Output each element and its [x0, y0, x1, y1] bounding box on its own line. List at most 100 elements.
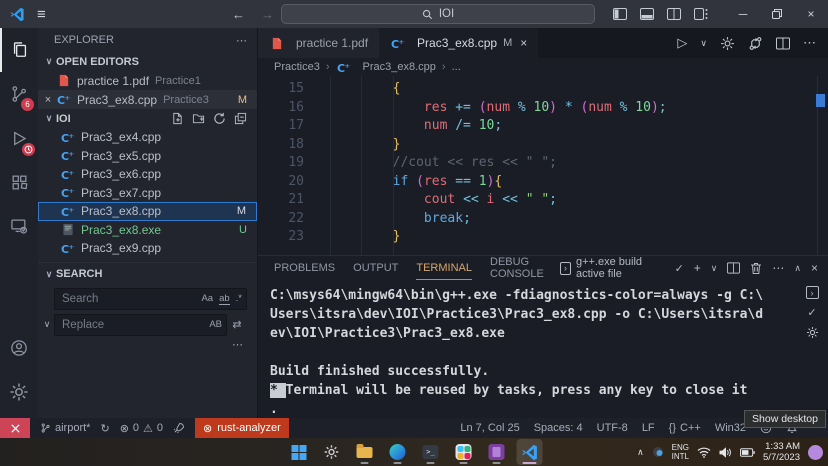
whole-word-icon[interactable]: ab	[219, 293, 230, 305]
open-editors-header[interactable]: ∨ OPEN EDITORS	[38, 52, 257, 71]
notification-badge[interactable]	[808, 445, 823, 460]
clock[interactable]: 1:33 AM 5/7/2023	[763, 441, 800, 463]
purple-app-icon[interactable]	[484, 439, 510, 465]
close-panel-icon[interactable]: ×	[811, 261, 818, 275]
tab-prac3-ex8-cpp[interactable]: C++ Prac3_ex8.cpp M ×	[379, 28, 538, 58]
settings-app-icon[interactable]	[319, 439, 345, 465]
tray-expand-icon[interactable]: ∧	[637, 447, 644, 458]
file-tree-item[interactable]: Prac3_ex8.exeU	[38, 221, 257, 240]
explorer-activity-icon[interactable]	[0, 28, 38, 72]
close-icon[interactable]: ×	[40, 94, 56, 106]
open-changes-icon[interactable]	[748, 36, 763, 51]
file-tree-item[interactable]: C++Prac3_ex4.cpp	[38, 128, 257, 147]
task-gear-icon[interactable]	[806, 326, 819, 339]
kill-terminal-icon[interactable]	[750, 262, 762, 275]
language-mode[interactable]: {} C++	[669, 422, 701, 434]
file-tree-item[interactable]: C++Prac3_ex7.cpp	[38, 184, 257, 203]
file-tree-item[interactable]: C++Prac3_ex9.cpp	[38, 239, 257, 258]
folder-section-header[interactable]: ∨ IOI	[38, 109, 257, 128]
problems-item[interactable]: ⊗ 0 ⚠ 0	[120, 422, 163, 435]
encoding[interactable]: UTF-8	[597, 422, 628, 434]
run-button[interactable]: ▷	[677, 35, 687, 51]
refresh-icon[interactable]	[213, 112, 226, 125]
extensions-activity-icon[interactable]	[0, 160, 38, 204]
run-debug-activity-icon[interactable]	[0, 116, 38, 160]
split-layout-icon[interactable]	[667, 8, 681, 20]
breadcrumb-symbol[interactable]: ...	[452, 61, 461, 73]
terminal-task-selector[interactable]: › g++.exe build active file ✓	[560, 256, 684, 280]
cursor-position[interactable]: Ln 7, Col 25	[460, 422, 519, 434]
breadcrumb-folder[interactable]: Practice3	[274, 61, 320, 73]
search-section-header[interactable]: ∨ SEARCH	[38, 265, 257, 284]
maximize-panel-icon[interactable]: ∧	[794, 263, 801, 274]
file-tree-item[interactable]: C++Prac3_ex5.cpp	[38, 147, 257, 166]
split-terminal-icon[interactable]	[727, 262, 740, 274]
battery-icon[interactable]	[740, 448, 755, 457]
platform-target[interactable]: Win32	[715, 422, 746, 434]
settings-gear-icon[interactable]	[0, 370, 38, 414]
run-dropdown-icon[interactable]: ∨	[700, 38, 707, 49]
volume-icon[interactable]	[719, 447, 732, 458]
preserve-case-icon[interactable]: AB	[209, 319, 222, 330]
terminal-instance-icon[interactable]: ›	[806, 286, 819, 299]
vscode-app-icon[interactable]	[517, 439, 543, 465]
back-icon[interactable]: ←	[232, 7, 245, 22]
breadcrumb-file[interactable]: Prac3_ex8.cpp	[363, 61, 436, 73]
sync-icon[interactable]: ↻	[100, 422, 109, 435]
panel-tab-debug-console[interactable]: DEBUG CONSOLE	[490, 256, 560, 280]
panel-tab-output[interactable]: OUTPUT	[353, 256, 398, 280]
replace-all-icon[interactable]: ⇄	[227, 318, 247, 331]
close-tab-icon[interactable]: ×	[520, 36, 527, 50]
tab-practice-pdf[interactable]: practice 1.pdf	[258, 28, 379, 58]
command-search-box[interactable]: IOI	[281, 4, 595, 24]
eol-sequence[interactable]: LF	[642, 422, 655, 434]
git-branch-item[interactable]: airport*	[40, 422, 90, 434]
match-case-icon[interactable]: Aa	[201, 293, 213, 304]
remote-explorer-activity-icon[interactable]	[0, 204, 38, 248]
terminal-dropdown-icon[interactable]: ∨	[711, 263, 718, 274]
regex-icon[interactable]: .*	[236, 293, 242, 304]
slack-app-icon[interactable]	[451, 439, 477, 465]
rust-analyzer-status[interactable]: ⊗ rust-analyzer	[195, 418, 289, 438]
replace-input[interactable]	[54, 314, 227, 336]
toggle-sidebar-icon[interactable]	[613, 8, 627, 20]
more-actions-icon[interactable]: ⋯	[803, 35, 816, 51]
edge-browser-app-icon[interactable]	[385, 439, 411, 465]
new-folder-icon[interactable]	[192, 112, 205, 125]
tray-app-icon[interactable]	[652, 446, 664, 458]
indentation[interactable]: Spaces: 4	[534, 422, 583, 434]
close-window-button[interactable]: ×	[794, 0, 828, 28]
file-explorer-app-icon[interactable]	[352, 439, 378, 465]
terminal-output[interactable]: C:\msys64\mingw64\bin\g++.exe -fdiagnost…	[258, 280, 828, 419]
language-indicator[interactable]: ENG INTL	[672, 443, 689, 461]
toggle-replace-icon[interactable]: ∨	[40, 319, 54, 330]
minimize-button[interactable]: ─	[726, 0, 760, 28]
toggle-panel-icon[interactable]	[640, 8, 654, 20]
forward-icon[interactable]: →	[261, 7, 274, 22]
explorer-more-actions-icon[interactable]: ⋯	[236, 34, 247, 47]
file-tree-item[interactable]: C++Prac3_ex8.cppM	[38, 202, 257, 221]
panel-tab-problems[interactable]: PROBLEMS	[274, 256, 335, 280]
split-editor-icon[interactable]	[776, 37, 790, 50]
code-editor[interactable]: 15 {16 res += (num % 10) * (num % 10);17…	[258, 76, 828, 255]
wifi-icon[interactable]	[697, 447, 711, 458]
collapse-all-icon[interactable]	[234, 112, 247, 125]
source-control-activity-icon[interactable]: 6	[0, 72, 38, 116]
start-button[interactable]	[286, 439, 312, 465]
open-editor-item[interactable]: ×C++Prac3_ex8.cppPractice3M	[38, 90, 257, 109]
launch-icon[interactable]	[173, 422, 185, 434]
panel-more-icon[interactable]: ⋯	[772, 261, 784, 275]
breadcrumb[interactable]: Practice3 › C++ Prac3_ex8.cpp › ...	[258, 58, 828, 76]
open-editor-item[interactable]: practice 1.pdfPractice1	[38, 71, 257, 90]
restore-button[interactable]	[760, 0, 794, 28]
new-file-icon[interactable]	[171, 112, 184, 125]
customize-layout-icon[interactable]	[694, 8, 708, 20]
search-details-icon[interactable]: ⋯	[38, 340, 257, 354]
new-terminal-icon[interactable]: +	[694, 261, 701, 275]
remote-indicator[interactable]	[0, 418, 30, 438]
terminal-app-icon[interactable]: >_	[418, 439, 444, 465]
account-icon[interactable]	[0, 326, 38, 370]
panel-tab-terminal[interactable]: TERMINAL	[416, 256, 472, 280]
run-settings-gear-icon[interactable]	[720, 36, 735, 51]
file-tree-item[interactable]: C++Prac3_ex6.cpp	[38, 165, 257, 184]
